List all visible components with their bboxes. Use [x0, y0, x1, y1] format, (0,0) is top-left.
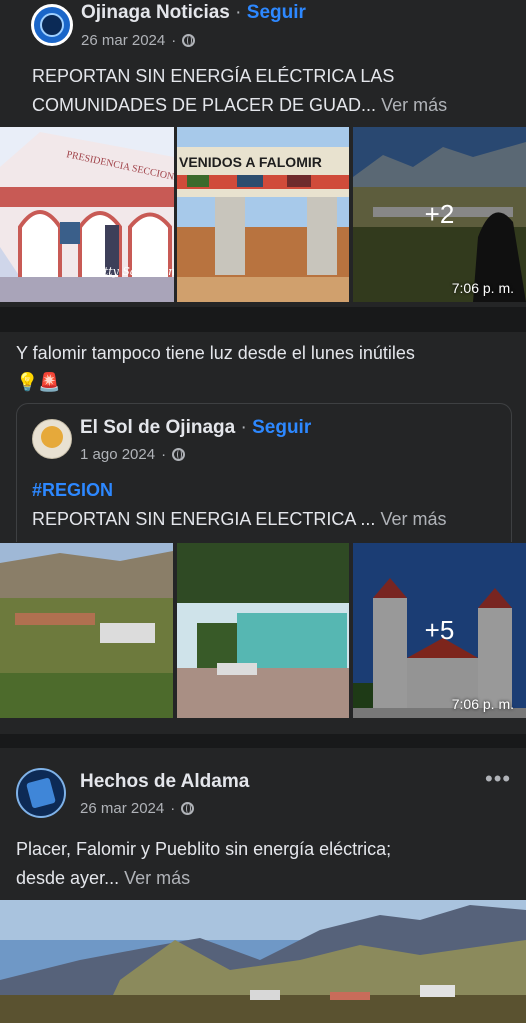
- post-date[interactable]: 26 mar 2024: [81, 32, 165, 49]
- post-photo[interactable]: +5 7:06 p. m.: [353, 543, 526, 718]
- shared-post-body: REPORTAN SIN ENERGIA ELECTRICA ...: [32, 509, 376, 529]
- shared-post-text: #REGION REPORTAN SIN ENERGIA ELECTRICA .…: [32, 476, 502, 534]
- post-text-body: REPORTAN SIN ENERGÍA ELÉCTRICA LAS COMUN…: [32, 66, 395, 115]
- building-image: PRESIDENCIA SECCIONAL PLACER DE GUADALUP…: [0, 127, 174, 302]
- page-name[interactable]: Hechos de Aldama: [80, 771, 249, 793]
- meta-separator: ·: [161, 446, 167, 463]
- post-comment: Y falomir tampoco tiene luz desde el lun…: [16, 339, 516, 397]
- page-avatar[interactable]: [31, 4, 73, 46]
- more-options-button[interactable]: •••: [485, 766, 511, 792]
- welcome-sign-image: VENIDOS A FALOMIR: [177, 127, 349, 302]
- comment-emojis: 💡🚨: [16, 372, 61, 392]
- post-text: REPORTAN SIN ENERGÍA ELÉCTRICA LAS COMUN…: [32, 62, 512, 120]
- page-avatar[interactable]: [16, 768, 66, 818]
- photo-timestamp: 7:06 p. m.: [451, 696, 514, 712]
- post-text-line-1: Placer, Falomir y Pueblito sin energía e…: [16, 839, 392, 859]
- post-photo[interactable]: PRESIDENCIA SECCIONAL PLACER DE GUADALUP…: [0, 127, 174, 302]
- comment-text: Y falomir tampoco tiene luz desde el lun…: [16, 343, 415, 363]
- globe-icon: [182, 34, 196, 47]
- photo-timestamp: 7:06 p. m.: [451, 280, 514, 296]
- valley-town-image: [0, 543, 173, 718]
- post-photo[interactable]: [177, 543, 349, 718]
- shared-page-name[interactable]: El Sol de Ojinaga: [80, 417, 235, 438]
- see-more-link[interactable]: Ver más: [381, 95, 447, 115]
- post-date[interactable]: 26 mar 2024: [80, 800, 164, 817]
- shared-post-date[interactable]: 1 ago 2024: [80, 446, 155, 463]
- post-photo[interactable]: VENIDOS A FALOMIR: [177, 127, 349, 302]
- page-name-line: Ojinaga Noticias · Seguir: [81, 2, 306, 24]
- see-more-link[interactable]: Ver más: [124, 868, 190, 888]
- post-meta: 26 mar 2024 ·: [80, 800, 195, 817]
- mountain-town-image: [0, 900, 526, 1023]
- more-photos-count[interactable]: +2: [353, 127, 526, 302]
- post-text: Placer, Falomir y Pueblito sin energía e…: [16, 835, 516, 893]
- page-name[interactable]: Ojinaga Noticias: [81, 2, 230, 23]
- photo-watermark: Letty Santellan: [89, 265, 174, 278]
- hashtag-link[interactable]: #REGION: [32, 480, 113, 500]
- meta-separator: ·: [171, 32, 177, 49]
- globe-icon: [172, 448, 186, 461]
- globe-icon: [181, 802, 195, 815]
- plaza-image: [177, 543, 349, 718]
- post-meta: 26 mar 2024 ·: [81, 32, 196, 49]
- name-separator: ·: [229, 2, 247, 23]
- welcome-sign-text: VENIDOS A FALOMIR: [179, 154, 322, 170]
- post-photo[interactable]: +2 7:06 p. m.: [353, 127, 526, 302]
- post-photo[interactable]: [0, 900, 526, 1023]
- follow-button[interactable]: Seguir: [247, 2, 306, 23]
- follow-button[interactable]: Seguir: [252, 417, 311, 438]
- shared-page-avatar[interactable]: [32, 419, 72, 459]
- post-photo[interactable]: [0, 543, 173, 718]
- meta-separator: ·: [170, 800, 176, 817]
- see-more-link[interactable]: Ver más: [380, 509, 446, 529]
- shared-page-name-line: El Sol de Ojinaga · Seguir: [80, 417, 311, 439]
- more-photos-count[interactable]: +5: [353, 543, 526, 718]
- post-text-line-2: desde ayer...: [16, 868, 120, 888]
- name-separator: ·: [235, 417, 253, 438]
- shared-post-meta: 1 ago 2024 ·: [80, 446, 186, 463]
